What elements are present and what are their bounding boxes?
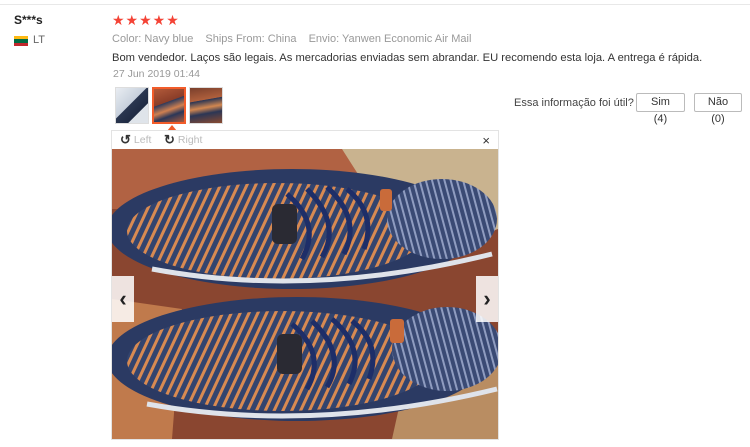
review-photo: ‹ ›: [112, 149, 498, 439]
rotate-right-button[interactable]: ↻ Right: [164, 133, 202, 146]
review-thumbnail[interactable]: [189, 87, 223, 124]
close-icon[interactable]: ×: [482, 133, 490, 148]
image-viewer: ↺ Left ↻ Right × ‹ ›: [111, 130, 499, 440]
color-key: Color:: [112, 33, 142, 45]
review-thumbnail-selected[interactable]: [152, 87, 186, 124]
rotate-left-icon: ↺: [120, 132, 131, 147]
helpful-no-button[interactable]: Não (0): [694, 93, 742, 125]
rotate-left-button[interactable]: ↺ Left: [120, 133, 151, 146]
color-value: Navy blue: [144, 33, 194, 45]
shoes-image: [112, 149, 498, 439]
helpful-question: Essa informação foi útil?: [514, 97, 634, 109]
ships-from-value: China: [267, 33, 297, 45]
viewer-toolbar: ↺ Left ↻ Right ×: [112, 131, 498, 149]
review-date: 27 Jun 2019 01:44: [113, 68, 200, 80]
review-text: Bom vendedor. Laços são legais. As merca…: [112, 52, 703, 64]
rotate-left-label: Left: [133, 133, 152, 146]
rotate-right-label: Right: [177, 133, 203, 146]
rotate-right-icon: ↻: [164, 132, 175, 147]
ships-from-key: Ships From:: [205, 33, 265, 45]
divider: [0, 4, 750, 5]
shipping-value: Yanwen Economic Air Mail: [342, 33, 472, 45]
review-thumbnails: [115, 87, 223, 124]
helpful-yes-button[interactable]: Sim (4): [636, 93, 685, 125]
shipping-key: Envio:: [308, 33, 340, 45]
rating-stars: ★★★★★: [112, 12, 180, 28]
review-thumbnail[interactable]: [115, 87, 149, 124]
reviewer-country: LT: [33, 34, 46, 46]
order-meta: Color: Navy blue Ships From: China Envio…: [112, 33, 480, 45]
chevron-right-icon[interactable]: ›: [476, 276, 498, 322]
reviewer-name: S***s: [14, 13, 43, 27]
chevron-left-icon[interactable]: ‹: [112, 276, 134, 322]
flag-lt-icon: [14, 36, 28, 46]
